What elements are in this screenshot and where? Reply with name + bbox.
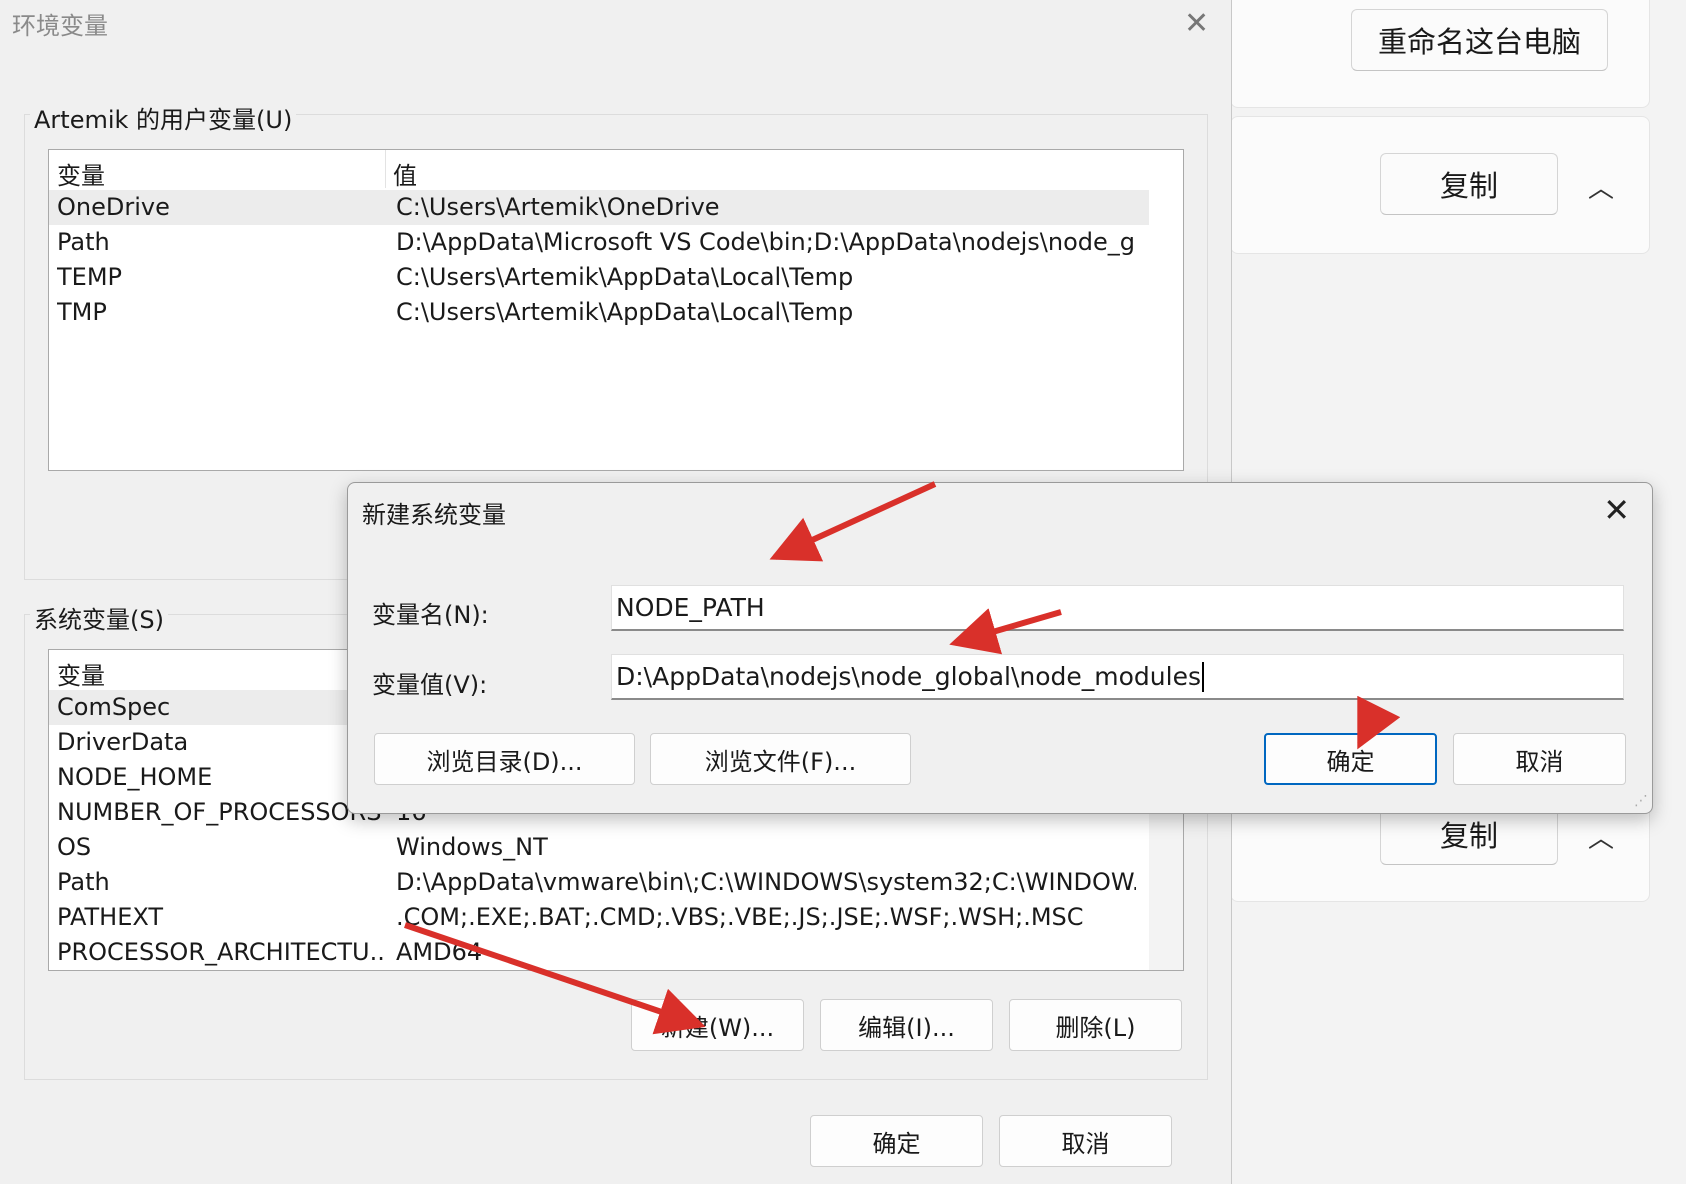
delete-variable-button[interactable]: 删除(L): [1009, 999, 1182, 1051]
variable-value: Windows_NT: [396, 833, 548, 861]
cancel-button[interactable]: 取消: [999, 1115, 1172, 1167]
new-variable-button[interactable]: 新建(W)...: [631, 999, 804, 1051]
variable-name: OS: [57, 833, 92, 861]
variable-value: AMD64: [396, 938, 483, 966]
variable-name: NUMBER_OF_PROCESSORS: [57, 798, 382, 826]
close-icon[interactable]: ✕: [1603, 491, 1630, 529]
variable-value-input[interactable]: D:\AppData\nodejs\node_global\node_modul…: [611, 654, 1624, 700]
variable-name: Path: [57, 868, 110, 896]
variable-name: DriverData: [57, 728, 189, 756]
browse-directory-button[interactable]: 浏览目录(D)...: [374, 733, 635, 785]
column-header-variable[interactable]: 变量: [57, 156, 105, 191]
variable-value-text: D:\AppData\nodejs\node_global\node_modul…: [616, 662, 1201, 691]
variable-name: Path: [57, 228, 110, 256]
variable-value: C:\Users\Artemik\AppData\Local\Temp: [396, 298, 854, 326]
variable-name: ComSpec: [57, 693, 171, 721]
table-row[interactable]: Path D:\AppData\vmware\bin\;C:\WINDOWS\s…: [49, 865, 1149, 900]
variable-name: NODE_HOME: [57, 763, 213, 791]
variable-value-label: 变量值(V):: [372, 671, 488, 699]
close-icon[interactable]: ✕: [1184, 6, 1209, 41]
variable-name: PATHEXT: [57, 903, 164, 931]
ok-button[interactable]: 确定: [810, 1115, 983, 1167]
variable-value: D:\AppData\Microsoft VS Code\bin;D:\AppD…: [396, 228, 1136, 256]
variable-name: TEMP: [57, 263, 123, 291]
variable-value: C:\Users\Artemik\OneDrive: [396, 193, 720, 221]
column-separator[interactable]: [385, 150, 386, 188]
column-header-value[interactable]: 值: [393, 156, 417, 191]
new-system-variable-dialog: 新建系统变量 ✕ 变量名(N): NODE_PATH 变量值(V): D:\Ap…: [347, 482, 1653, 814]
variable-name: OneDrive: [57, 193, 170, 221]
browse-file-button[interactable]: 浏览文件(F)...: [650, 733, 911, 785]
table-row[interactable]: Path D:\AppData\Microsoft VS Code\bin;D:…: [49, 225, 1149, 260]
column-header-variable[interactable]: 变量: [57, 656, 105, 691]
list-header: 变量 值: [49, 150, 1183, 191]
variable-name-label: 变量名(N):: [372, 601, 489, 629]
user-variables-label: Artemik 的用户变量(U): [30, 100, 297, 135]
variable-name: PROCESSOR_ARCHITECTU...: [57, 938, 385, 966]
table-row[interactable]: OneDrive C:\Users\Artemik\OneDrive: [49, 190, 1149, 225]
table-row[interactable]: PATHEXT .COM;.EXE;.BAT;.CMD;.VBS;.VBE;.J…: [49, 900, 1149, 935]
text-caret: [1202, 661, 1204, 692]
variable-name-text: NODE_PATH: [616, 593, 765, 622]
table-row[interactable]: TEMP C:\Users\Artemik\AppData\Local\Temp: [49, 260, 1149, 295]
system-variables-label: 系统变量(S): [30, 600, 168, 635]
dialog-title: 环境变量: [12, 12, 108, 40]
copy-button-device-spec[interactable]: 复制: [1380, 153, 1558, 215]
rename-pc-button[interactable]: 重命名这台电脑: [1351, 9, 1608, 71]
variable-name: TMP: [57, 298, 107, 326]
table-row[interactable]: OS Windows_NT: [49, 830, 1149, 865]
ok-button[interactable]: 确定: [1264, 733, 1437, 785]
variable-value: D:\AppData\vmware\bin\;C:\WINDOWS\system…: [396, 868, 1136, 896]
chevron-up-icon[interactable]: ︿: [1588, 168, 1614, 205]
table-row[interactable]: PROCESSOR_ARCHITECTU... AMD64: [49, 935, 1149, 970]
variable-value: C:\Users\Artemik\AppData\Local\Temp: [396, 263, 854, 291]
edit-variable-button[interactable]: 编辑(I)...: [820, 999, 993, 1051]
variable-value: .COM;.EXE;.BAT;.CMD;.VBS;.VBE;.JS;.JSE;.…: [396, 903, 1084, 931]
user-variables-list[interactable]: 变量 值 OneDrive C:\Users\Artemik\OneDrive …: [48, 149, 1184, 471]
dialog-title: 新建系统变量: [362, 501, 506, 529]
cancel-button[interactable]: 取消: [1453, 733, 1626, 785]
resize-grip-icon[interactable]: ⋰: [1634, 793, 1648, 809]
table-row[interactable]: TMP C:\Users\Artemik\AppData\Local\Temp: [49, 295, 1149, 330]
chevron-up-icon[interactable]: ︿: [1588, 818, 1614, 855]
variable-name-input[interactable]: NODE_PATH: [611, 585, 1624, 631]
